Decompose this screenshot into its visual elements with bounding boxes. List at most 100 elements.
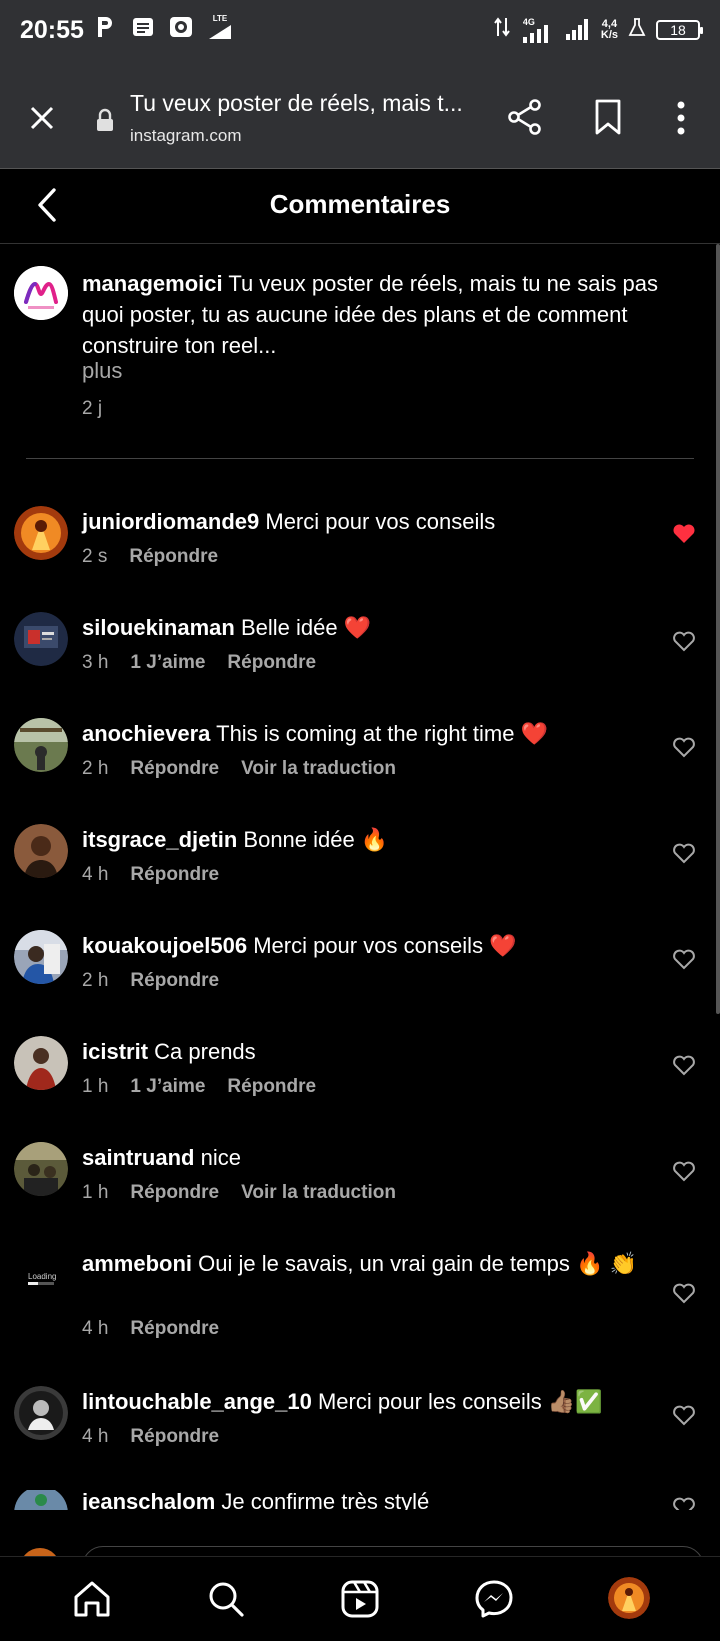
comment-username[interactable]: anochievera [82, 721, 210, 746]
comment-username[interactable]: icistrit [82, 1039, 148, 1064]
reply-button[interactable]: Répondre [130, 1318, 219, 1340]
page-title: Commentaires [269, 189, 451, 219]
comment-username[interactable]: jeanschalom [82, 1490, 215, 1510]
lock-icon [94, 108, 116, 132]
comment-time: 3 h [82, 652, 109, 673]
comment-text: Ca prends [154, 1039, 256, 1064]
reply-button[interactable]: Répondre [227, 652, 316, 674]
comment-time: 4 h [82, 1426, 109, 1447]
network-speed: 4,4 K/s [600, 17, 618, 41]
search-icon[interactable] [206, 1579, 246, 1619]
qr-app-icon [168, 14, 194, 40]
heart-outline-icon[interactable] [672, 736, 696, 758]
reply-button[interactable]: Répondre [130, 758, 219, 780]
comment-time: 4 h [82, 1318, 109, 1339]
heart-outline-icon[interactable] [672, 842, 696, 864]
loading-bar [28, 1282, 54, 1285]
avatar[interactable] [14, 1386, 68, 1440]
heart-outline-icon[interactable] [672, 1160, 696, 1182]
caption-username[interactable]: managemoici [82, 271, 223, 296]
reply-button[interactable]: Répondre [129, 546, 218, 568]
comment-username[interactable]: kouakoujoel506 [82, 933, 247, 958]
comment-text: Oui je le savais, un vrai gain de temps … [198, 1251, 637, 1276]
heart-outline-icon[interactable] [672, 630, 696, 652]
likes-count[interactable]: 1 J’aime [130, 652, 205, 674]
avatar [20, 1548, 60, 1556]
comment-username[interactable]: ammeboni [82, 1251, 192, 1276]
see-translation-button[interactable]: Voir la traduction [241, 1182, 396, 1204]
heart-outline-icon[interactable] [672, 1496, 696, 1510]
caption-more-link[interactable]: plus [82, 358, 122, 384]
reply-button[interactable]: Répondre [130, 970, 219, 992]
avatar[interactable] [14, 824, 68, 878]
comment-text: Belle idée ❤️ [240, 615, 372, 640]
browser-url[interactable]: instagram.com [130, 126, 241, 146]
signal-bars-icon [565, 14, 591, 45]
messenger-icon[interactable] [474, 1579, 514, 1619]
avatar[interactable] [14, 506, 68, 560]
flask-icon [628, 17, 646, 42]
heart-outline-icon[interactable] [672, 1404, 696, 1426]
comment-text: Merci pour les conseils 👍🏽✅ [317, 1389, 603, 1414]
comment-time: 2 s [82, 546, 108, 567]
avatar[interactable] [14, 1490, 68, 1510]
comment-username[interactable]: saintruand [82, 1145, 194, 1170]
heart-filled-icon[interactable] [672, 522, 696, 544]
reply-button[interactable]: Répondre [227, 1076, 316, 1098]
reply-button[interactable]: Répondre [130, 1182, 219, 1204]
home-icon[interactable] [72, 1579, 112, 1619]
avatar[interactable] [14, 266, 68, 320]
comment-text: nice [200, 1145, 241, 1170]
status-time: 20:55 [20, 16, 84, 44]
comment-time: 1 h [82, 1076, 109, 1097]
likes-count[interactable]: 1 J’aime [130, 1076, 205, 1098]
comments-header: Commentaires [0, 169, 720, 244]
heart-outline-icon[interactable] [672, 1282, 696, 1304]
comment-text: Merci pour vos conseils ❤️ [253, 933, 517, 958]
notes-app-icon [130, 14, 156, 40]
comment-time: 2 h [82, 970, 109, 991]
bottom-nav [0, 1556, 720, 1641]
comment-text: Je confirme très stylé [221, 1490, 430, 1510]
data-transfer-icon [493, 16, 511, 43]
avatar[interactable] [14, 718, 68, 772]
profile-avatar[interactable] [608, 1577, 650, 1619]
avatar[interactable] [14, 1142, 68, 1196]
share-icon[interactable] [506, 98, 544, 136]
comment-time: 1 h [82, 1182, 109, 1203]
comment-time: 4 h [82, 864, 109, 885]
avatar[interactable] [14, 612, 68, 666]
caption-time: 2 j [82, 398, 103, 419]
comment-text: Bonne idée 🔥 [243, 827, 389, 852]
battery-indicator: 18 [656, 19, 703, 40]
signal-4g-icon: 4G [521, 17, 555, 43]
heart-outline-icon[interactable] [672, 948, 696, 970]
see-translation-button[interactable]: Voir la traduction [241, 758, 396, 780]
parking-app-icon [92, 14, 118, 40]
lte-signal-icon: LTE [206, 14, 234, 40]
reply-button[interactable]: Répondre [130, 864, 219, 886]
comment-text: This is coming at the right time ❤️ [216, 721, 548, 746]
avatar-loading-text: Loading [28, 1272, 57, 1281]
comment-username[interactable]: silouekinaman [82, 615, 235, 640]
comment-input[interactable] [82, 1546, 704, 1556]
comment-username[interactable]: juniordiomande9 [82, 509, 259, 534]
scrollbar[interactable] [716, 244, 720, 1014]
browser-page-title[interactable]: Tu veux poster de réels, mais t... [130, 90, 470, 117]
status-bar: 20:55 LTE 4G 4,4 K/s 18 [0, 0, 720, 64]
comment-username[interactable]: itsgrace_djetin [82, 827, 237, 852]
more-vertical-icon[interactable] [666, 98, 696, 138]
avatar[interactable] [14, 930, 68, 984]
avatar[interactable] [14, 1036, 68, 1090]
browser-toolbar: Tu veux poster de réels, mais t... insta… [0, 64, 720, 169]
heart-outline-icon[interactable] [672, 1054, 696, 1076]
comment-text: Merci pour vos conseils [265, 509, 496, 534]
close-icon[interactable] [24, 100, 60, 136]
divider [26, 458, 694, 459]
comment-username[interactable]: lintouchable_ange_10 [82, 1389, 312, 1414]
bookmark-icon[interactable] [590, 98, 626, 136]
comment-time: 2 h [82, 758, 109, 779]
reels-icon[interactable] [340, 1579, 380, 1619]
avatar[interactable]: Loading [14, 1248, 68, 1302]
reply-button[interactable]: Répondre [130, 1426, 219, 1448]
